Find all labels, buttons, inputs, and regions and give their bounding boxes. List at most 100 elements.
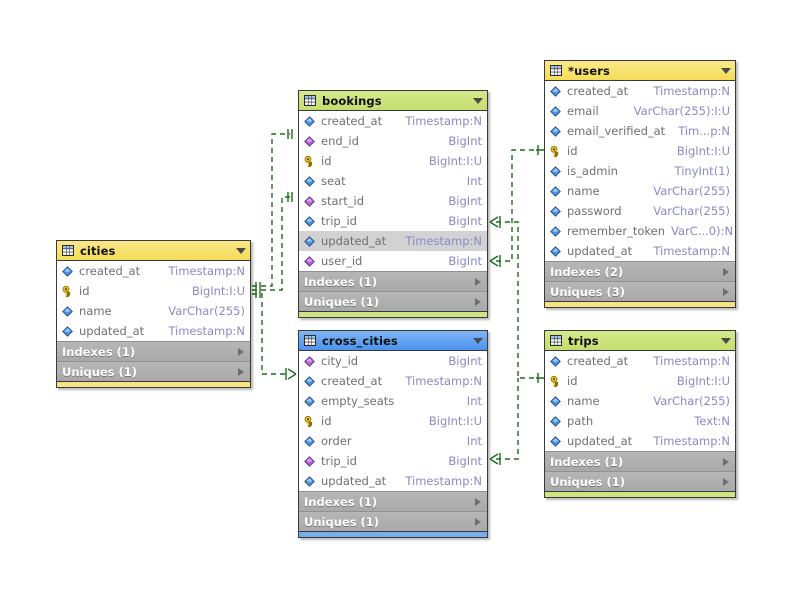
chevron-down-icon[interactable]: [473, 337, 483, 344]
entity-footer-row[interactable]: Uniques (1): [299, 511, 487, 531]
purple-diamond-icon: [304, 195, 315, 207]
chevron-down-icon[interactable]: [236, 247, 246, 254]
column-row[interactable]: user_id BigInt: [299, 251, 487, 271]
chevron-right-icon[interactable]: [723, 477, 729, 486]
column-row[interactable]: name VarChar(255): [545, 181, 735, 201]
entity-title-cross_cities: cross_cities: [322, 333, 398, 348]
column-row[interactable]: created_at Timestamp:N: [57, 261, 250, 281]
entity-table-cities[interactable]: cities created_at Timestamp:N id BigInt:I:U n…: [56, 240, 251, 388]
column-row[interactable]: start_id BigInt: [299, 191, 487, 211]
entity-header-bookings[interactable]: bookings: [299, 91, 487, 111]
column-name: updated_at: [567, 244, 633, 258]
entity-footer-row[interactable]: Indexes (1): [57, 341, 250, 361]
column-name: name: [567, 184, 600, 198]
chevron-right-icon[interactable]: [475, 497, 481, 506]
entity-footer-label: Uniques (1): [62, 364, 138, 379]
entity-footer-row[interactable]: Indexes (1): [299, 271, 487, 291]
entity-table-bookings[interactable]: bookings created_at Timestamp:N end_id BigIn…: [298, 90, 488, 318]
column-name: trip_id: [321, 214, 357, 228]
blue-diamond-icon: [550, 105, 561, 117]
chevron-right-icon[interactable]: [475, 297, 481, 306]
entity-footer-row[interactable]: Indexes (1): [299, 491, 487, 511]
blue-diamond-icon: [304, 475, 315, 487]
column-type: BigInt: [448, 254, 482, 268]
entity-footer-row[interactable]: Uniques (3): [545, 281, 735, 301]
purple-diamond-icon: [304, 255, 315, 267]
entity-footer-label: Indexes (2): [550, 264, 624, 279]
column-row[interactable]: id BigInt:I:U: [545, 141, 735, 161]
chevron-right-icon[interactable]: [723, 267, 729, 276]
entity-footer-label: Indexes (1): [62, 344, 136, 359]
entity-header-users[interactable]: *users: [545, 61, 735, 81]
column-type: BigInt:I:U: [191, 284, 245, 298]
column-row[interactable]: updated_at Timestamp:N: [545, 431, 735, 451]
entity-title-users: *users: [568, 63, 610, 78]
chevron-right-icon[interactable]: [723, 287, 729, 296]
column-type: Int: [466, 434, 482, 448]
column-type: Timestamp:N: [405, 374, 482, 388]
column-row[interactable]: created_at Timestamp:N: [299, 371, 487, 391]
column-type: Timestamp:N: [168, 264, 245, 278]
column-row[interactable]: seat Int: [299, 171, 487, 191]
entity-header-cities[interactable]: cities: [57, 241, 250, 261]
chevron-right-icon[interactable]: [238, 367, 244, 376]
column-row[interactable]: created_at Timestamp:N: [299, 111, 487, 131]
column-row[interactable]: created_at Timestamp:N: [545, 81, 735, 101]
entity-table-cross_cities[interactable]: cross_cities city_id BigInt created_at Times…: [298, 330, 488, 538]
column-row[interactable]: created_at Timestamp:N: [545, 351, 735, 371]
column-row[interactable]: email_verified_at Tim...p:N: [545, 121, 735, 141]
blue-diamond-icon: [550, 245, 561, 257]
column-row[interactable]: updated_at Timestamp:N: [57, 321, 250, 341]
column-row[interactable]: updated_at Timestamp:N: [299, 471, 487, 491]
column-row[interactable]: end_id BigInt: [299, 131, 487, 151]
column-row[interactable]: updated_at Timestamp:N: [299, 231, 487, 251]
column-type: TinyInt(1): [674, 164, 730, 178]
column-row[interactable]: is_admin TinyInt(1): [545, 161, 735, 181]
column-name: start_id: [321, 194, 365, 208]
entity-table-trips[interactable]: trips created_at Timestamp:N id BigInt:I:U na…: [544, 330, 736, 498]
entity-table-users[interactable]: *users created_at Timestamp:N email VarChar(…: [544, 60, 736, 308]
marker-bookings-start-id: [287, 192, 293, 202]
chevron-right-icon[interactable]: [238, 347, 244, 356]
entity-footer-row[interactable]: Indexes (2): [545, 261, 735, 281]
entity-bottom-strip: [299, 311, 487, 317]
column-row[interactable]: order Int: [299, 431, 487, 451]
column-row[interactable]: trip_id BigInt: [299, 451, 487, 471]
chevron-down-icon[interactable]: [721, 337, 731, 344]
entity-footer-row[interactable]: Uniques (1): [545, 471, 735, 491]
column-row[interactable]: updated_at Timestamp:N: [545, 241, 735, 261]
column-row[interactable]: id BigInt:I:U: [299, 411, 487, 431]
column-row[interactable]: id BigInt:I:U: [57, 281, 250, 301]
column-row[interactable]: id BigInt:I:U: [545, 371, 735, 391]
column-row[interactable]: trip_id BigInt: [299, 211, 487, 231]
chevron-right-icon[interactable]: [723, 457, 729, 466]
erd-canvas: cities created_at Timestamp:N id BigInt:I:U n…: [0, 0, 803, 603]
column-row[interactable]: empty_seats Int: [299, 391, 487, 411]
entity-header-cross_cities[interactable]: cross_cities: [299, 331, 487, 351]
column-type: BigInt:I:U: [428, 414, 482, 428]
column-row[interactable]: city_id BigInt: [299, 351, 487, 371]
column-name: seat: [321, 174, 346, 188]
entity-footer-row[interactable]: Uniques (1): [299, 291, 487, 311]
blue-diamond-icon: [304, 115, 315, 127]
chevron-right-icon[interactable]: [475, 277, 481, 286]
column-row[interactable]: email VarChar(255):I:U: [545, 101, 735, 121]
column-type: Timestamp:N: [653, 354, 730, 368]
column-row[interactable]: path Text:N: [545, 411, 735, 431]
entity-footer-row[interactable]: Indexes (1): [545, 451, 735, 471]
column-name: updated_at: [321, 234, 387, 248]
column-row[interactable]: id BigInt:I:U: [299, 151, 487, 171]
column-row[interactable]: name VarChar(255): [545, 391, 735, 411]
chevron-right-icon[interactable]: [475, 517, 481, 526]
column-type: BigInt:I:U: [676, 374, 730, 388]
entity-footer-label: Indexes (1): [304, 494, 378, 509]
column-row[interactable]: password VarChar(255): [545, 201, 735, 221]
entity-footer-row[interactable]: Uniques (1): [57, 361, 250, 381]
key-icon: [62, 285, 71, 297]
column-name: order: [321, 434, 352, 448]
chevron-down-icon[interactable]: [721, 67, 731, 74]
chevron-down-icon[interactable]: [473, 97, 483, 104]
column-row[interactable]: remember_token VarC...0):N: [545, 221, 735, 241]
entity-header-trips[interactable]: trips: [545, 331, 735, 351]
column-row[interactable]: name VarChar(255): [57, 301, 250, 321]
